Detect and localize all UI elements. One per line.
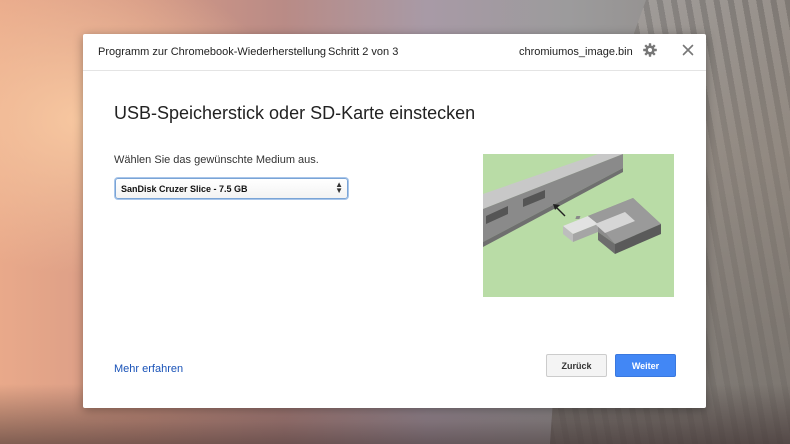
gear-icon[interactable] bbox=[642, 42, 658, 58]
breadcrumb-separator: › bbox=[317, 46, 321, 58]
back-button[interactable]: Zurück bbox=[546, 354, 607, 377]
close-icon[interactable] bbox=[680, 42, 696, 58]
app-name: Programm zur Chromebook-Wiederherstellun… bbox=[98, 46, 327, 58]
media-select[interactable]: SanDisk Cruzer Slice - 7.5 GB ▲ ▼ bbox=[115, 178, 348, 199]
image-file-name: chromiumos_image.bin bbox=[519, 46, 633, 58]
media-prompt: Wählen Sie das gewünschte Medium aus. bbox=[114, 154, 319, 166]
page-title: USB-Speicherstick oder SD-Karte einsteck… bbox=[114, 103, 476, 123]
media-select-value: SanDisk Cruzer Slice - 7.5 GB bbox=[121, 184, 248, 194]
dialog-header: Programm zur Chromebook-Wiederherstellun… bbox=[83, 34, 706, 71]
select-arrows-icon: ▲ ▼ bbox=[335, 180, 343, 195]
recovery-dialog: Programm zur Chromebook-Wiederherstellun… bbox=[83, 34, 706, 408]
step-indicator: Schritt 2 von 3 bbox=[328, 46, 399, 58]
learn-more-link[interactable]: Mehr erfahren bbox=[114, 363, 183, 375]
usb-insert-illustration bbox=[483, 154, 674, 297]
next-button[interactable]: Weiter bbox=[615, 354, 676, 377]
